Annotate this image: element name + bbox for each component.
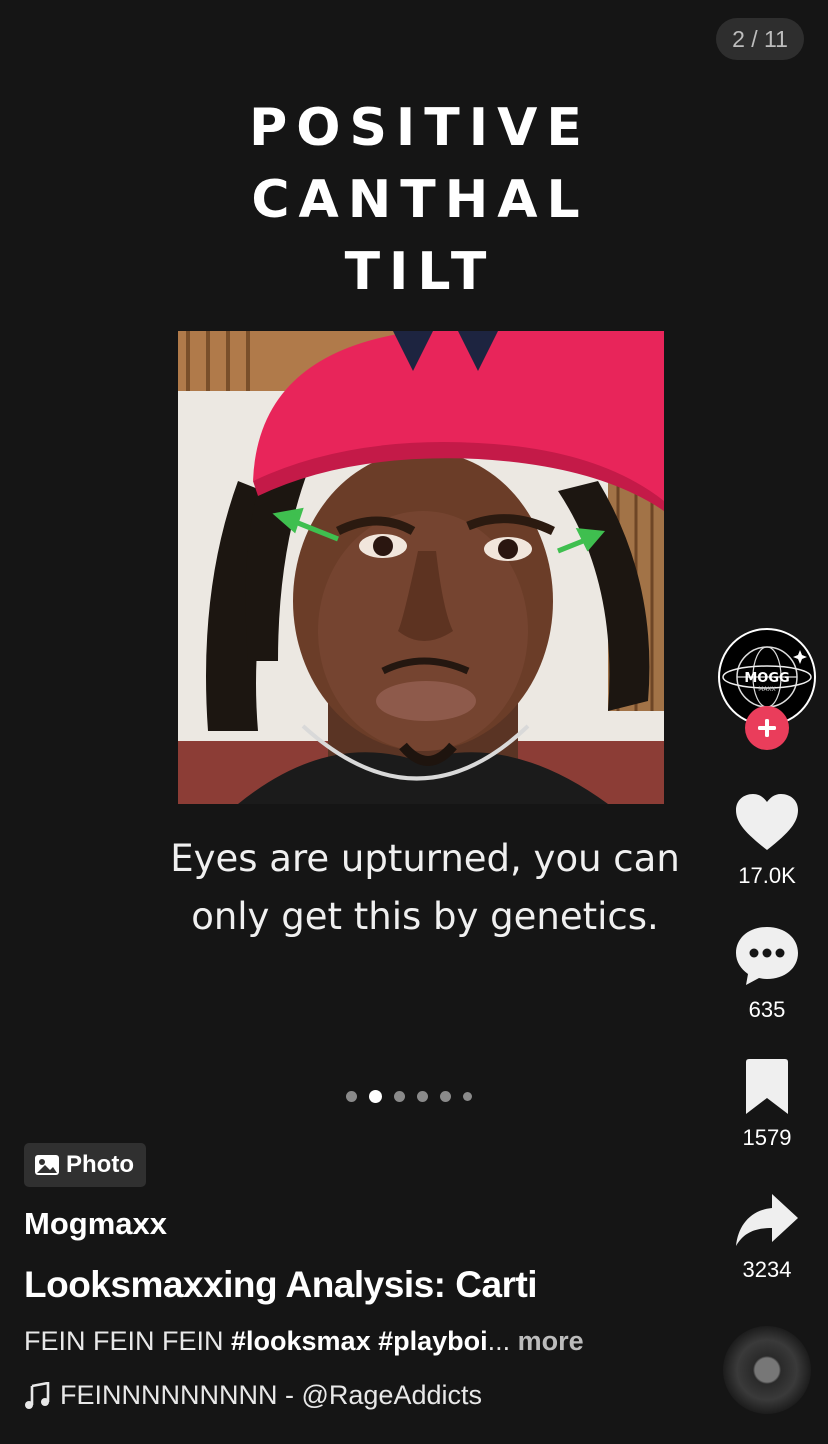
- headline-line-2: CANTHAL: [251, 170, 589, 230]
- like-button[interactable]: 17.0K: [710, 792, 824, 889]
- pagination-dot[interactable]: [463, 1092, 472, 1101]
- caption-line-1: Eyes are upturned, you can: [170, 837, 680, 880]
- bookmark-icon: [746, 1059, 788, 1114]
- plus-icon: [758, 719, 776, 737]
- description-hashtags[interactable]: #looksmax #playboi: [231, 1326, 488, 1356]
- creator-logo-sub: MAXX: [758, 686, 776, 693]
- more-link[interactable]: more: [518, 1326, 584, 1356]
- pagination-dot[interactable]: [440, 1091, 451, 1102]
- pagination-dot[interactable]: [394, 1091, 405, 1102]
- pagination-dot-active[interactable]: [369, 1090, 382, 1103]
- creator-logo-text: MOGG: [744, 671, 789, 686]
- save-count: 1579: [742, 1125, 792, 1150]
- music-track[interactable]: FEINNNNNNNNN - @RageAddicts: [24, 1380, 482, 1411]
- carousel-pagination: [346, 1090, 472, 1103]
- share-count: 3234: [742, 1257, 792, 1282]
- image-icon: [35, 1155, 59, 1175]
- comment-button[interactable]: 635: [710, 924, 824, 1023]
- description-text: FEIN FEIN FEIN: [24, 1326, 232, 1356]
- photo-badge-label: Photo: [66, 1151, 134, 1178]
- share-arrow-icon: [736, 1194, 798, 1246]
- comment-bubble-icon: [736, 927, 798, 985]
- post-description[interactable]: FEIN FEIN FEIN #looksmax #playboi... mor…: [24, 1326, 584, 1357]
- like-count: 17.0K: [738, 863, 796, 888]
- author-name[interactable]: Mogmaxx: [24, 1206, 167, 1242]
- headline-line-1: POSITIVE: [249, 98, 591, 158]
- pagination-dot[interactable]: [346, 1091, 357, 1102]
- bookmark-button[interactable]: 1579: [710, 1058, 824, 1151]
- slide-counter: 2 / 11: [716, 18, 804, 60]
- slide-headline: POSITIVE CANTHAL TILT: [120, 92, 720, 308]
- slide-caption: Eyes are upturned, you can only get this…: [130, 830, 720, 946]
- photo-type-badge: Photo: [24, 1143, 146, 1187]
- headline-line-3: TILT: [344, 242, 496, 302]
- face-photo: [178, 331, 664, 804]
- heart-icon: [736, 794, 798, 850]
- music-title: FEINNNNNNNNN - @RageAddicts: [60, 1380, 482, 1410]
- follow-button[interactable]: [745, 706, 789, 750]
- comment-count: 635: [748, 997, 786, 1022]
- description-ellipsis: ...: [487, 1326, 518, 1356]
- share-button[interactable]: 3234: [710, 1192, 824, 1283]
- pagination-dot[interactable]: [417, 1091, 428, 1102]
- music-disc-icon[interactable]: [723, 1326, 811, 1414]
- caption-line-2: only get this by genetics.: [191, 895, 659, 938]
- post-title: Looksmaxxing Analysis: Carti: [24, 1264, 538, 1305]
- music-note-icon: [25, 1381, 50, 1409]
